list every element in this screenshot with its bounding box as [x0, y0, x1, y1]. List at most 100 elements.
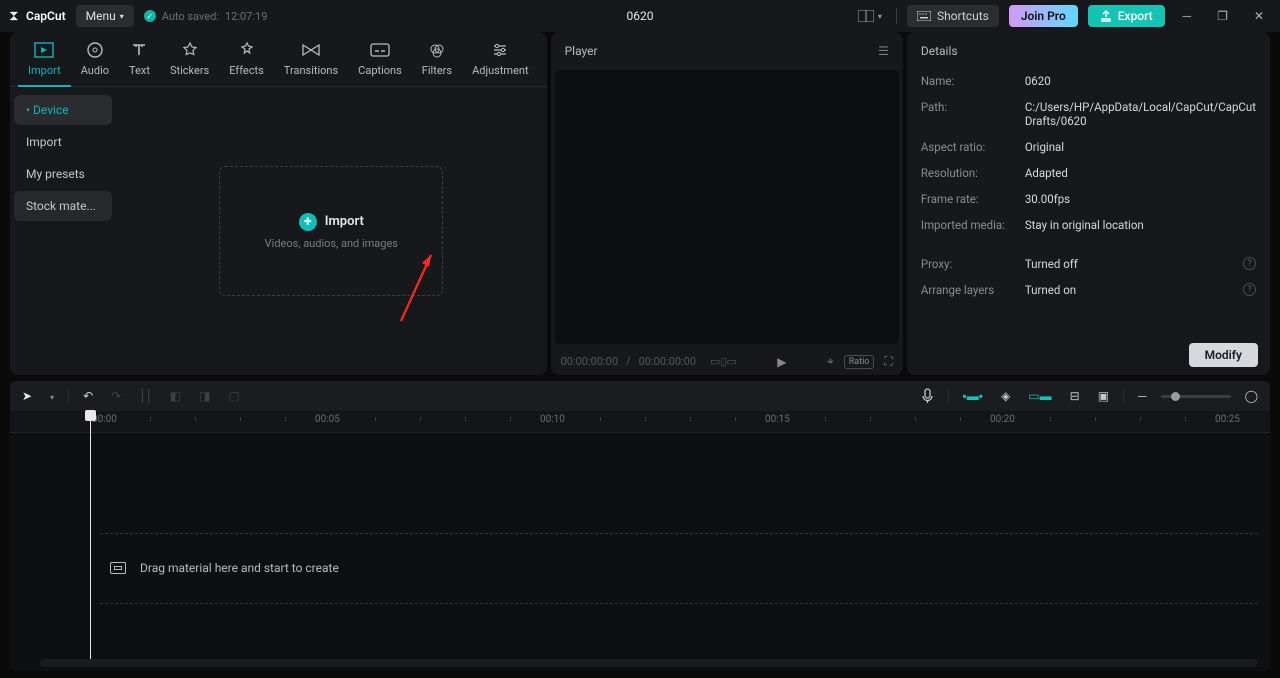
magnet-button[interactable]: ▪▬▪ [959, 387, 988, 405]
adjustment-icon [491, 40, 509, 60]
focus-icon[interactable]: ⌖ [827, 354, 834, 369]
tab-label: Filters [422, 64, 452, 77]
divider [68, 388, 69, 404]
tab-transitions[interactable]: Transitions [274, 38, 348, 86]
tab-label: Stickers [170, 64, 209, 77]
import-label: Import [325, 214, 364, 229]
tab-label: Audio [81, 64, 109, 77]
sidebar-item-stock[interactable]: Stock mate... [14, 191, 112, 221]
tab-text[interactable]: Text [119, 38, 160, 86]
window-maximize[interactable]: ❐ [1209, 5, 1236, 27]
captions-icon [370, 40, 390, 60]
import-box[interactable]: + Import Videos, audios, and images [219, 166, 443, 296]
menu-button[interactable]: Menu ▾ [76, 5, 134, 27]
split-button[interactable]: ⎮⎮ [135, 387, 156, 405]
modify-button[interactable]: Modify [1189, 343, 1258, 367]
player-panel: Player ☰ 00:00:00:00 / 00:00:00:00 ▭▯▭ ▶… [551, 32, 903, 375]
link-button[interactable]: ◈ [997, 387, 1014, 405]
sidebar-item-import[interactable]: Import [14, 127, 112, 157]
layout-preset-button[interactable]: ▾ [854, 8, 886, 24]
export-label: Export [1118, 9, 1153, 23]
app-logo: CapCut [8, 9, 66, 23]
export-button[interactable]: Export [1088, 5, 1165, 27]
timeline-tracks[interactable]: Drag material here and start to create [10, 433, 1270, 671]
zoom-thumb[interactable] [1171, 392, 1180, 401]
detail-path-value: C:/Users/HP/AppData/Local/CapCut/CapCut … [1025, 100, 1256, 128]
hamburger-icon[interactable]: ☰ [878, 44, 889, 58]
detail-fps-value: 30.00fps [1025, 192, 1256, 206]
import-icon [34, 40, 54, 60]
tab-audio[interactable]: Audio [71, 38, 119, 86]
sidebar-item-presets[interactable]: My presets [14, 159, 112, 189]
tab-label: Transitions [284, 64, 338, 77]
tab-label: Text [129, 64, 150, 77]
shortcuts-label: Shortcuts [937, 9, 989, 23]
ruler-tick: 00:10 [540, 414, 565, 425]
zoom-fit-button[interactable]: ◯ [1241, 387, 1262, 405]
tab-label: Adjustment [472, 64, 529, 77]
autosave-prefix: Auto saved: [162, 10, 219, 23]
divider [896, 8, 897, 24]
pointer-tool[interactable]: ➤ [18, 387, 36, 405]
trim-left-button[interactable]: ◧ [166, 387, 185, 405]
tab-effects[interactable]: Effects [219, 38, 274, 86]
detail-name-label: Name: [921, 74, 1015, 88]
tab-filters[interactable]: Filters [412, 38, 462, 86]
detail-path-label: Path: [921, 100, 1015, 128]
import-drop-area[interactable]: + Import Videos, audios, and images [116, 87, 547, 375]
undo-button[interactable]: ↶ [79, 387, 97, 405]
fullscreen-icon[interactable]: ⛶ [884, 354, 892, 369]
preview-render-button[interactable]: ▭▬ [1024, 387, 1055, 405]
timeline-panel: ➤ ▾ ↶ ↷ ⎮⎮ ◧ ◨ ▢ ▪▬▪ ◈ ▭▬ ⊟ ▣ ─ ◯ 00:00 … [10, 381, 1270, 671]
detail-proxy-value: Turned off [1025, 257, 1233, 271]
sidebar-item-device[interactable]: Device [14, 95, 112, 125]
tab-label: Captions [358, 64, 402, 77]
cover-button[interactable]: ▣ [1094, 387, 1113, 405]
clip-icon [110, 562, 126, 574]
detail-proxy-label: Proxy: [921, 257, 1015, 271]
tab-captions[interactable]: Captions [348, 38, 412, 86]
ratio-button[interactable]: Ratio [844, 355, 875, 369]
help-icon[interactable]: ? [1243, 283, 1256, 296]
delete-button[interactable]: ▢ [224, 387, 243, 405]
join-pro-button[interactable]: Join Pro [1009, 5, 1078, 27]
timeline-scrollbar[interactable] [40, 659, 1258, 667]
tab-label: Effects [229, 64, 264, 77]
tab-adjustment[interactable]: Adjustment [462, 38, 539, 86]
layout-icon [858, 10, 874, 22]
trim-right-button[interactable]: ◨ [195, 387, 214, 405]
align-button[interactable]: ⊟ [1066, 387, 1084, 405]
drag-hint: Drag material here and start to create [110, 561, 339, 575]
player-controls: 00:00:00:00 / 00:00:00:00 ▭▯▭ ▶ ⌖ Ratio … [551, 348, 903, 375]
window-minimize[interactable]: ─ [1175, 5, 1200, 27]
effects-icon [238, 40, 256, 60]
titlebar: CapCut Menu ▾ ✓ Auto saved: 12:07:19 062… [0, 0, 1280, 32]
detail-fps-label: Frame rate: [921, 192, 1015, 206]
window-close[interactable]: ✕ [1246, 5, 1272, 27]
divider [1123, 388, 1124, 404]
pointer-dropdown[interactable]: ▾ [46, 387, 58, 405]
keyboard-icon [917, 11, 931, 21]
mic-icon [921, 388, 934, 404]
detail-resolution-value: Adapted [1025, 166, 1256, 180]
autosave-status: ✓ Auto saved: 12:07:19 [144, 10, 268, 23]
detail-aspect-label: Aspect ratio: [921, 140, 1015, 154]
timecode-duration: 00:00:00:00 [639, 355, 696, 368]
record-voiceover-button[interactable] [917, 386, 938, 406]
chevron-down-icon: ▾ [120, 12, 124, 21]
player-viewport[interactable] [555, 70, 899, 344]
zoom-slider[interactable] [1161, 395, 1231, 398]
zoom-out-button[interactable]: ─ [1134, 387, 1151, 405]
frame-step-icon[interactable]: ▭▯▭ [710, 355, 737, 368]
ruler-tick: 00:15 [765, 414, 790, 425]
help-icon[interactable]: ? [1243, 257, 1256, 270]
redo-button[interactable]: ↷ [107, 387, 125, 405]
drag-hint-text: Drag material here and start to create [140, 561, 339, 575]
media-side-nav: Device Import My presets Stock mate... [10, 87, 116, 375]
timeline-ruler[interactable]: 00:00 00:05 00:10 00:15 00:20 00:25 [10, 411, 1270, 433]
play-button[interactable]: ▶ [777, 355, 786, 369]
divider [948, 388, 949, 404]
tab-stickers[interactable]: Stickers [160, 38, 219, 86]
shortcuts-button[interactable]: Shortcuts [907, 5, 999, 27]
tab-import[interactable]: Import [18, 38, 71, 87]
